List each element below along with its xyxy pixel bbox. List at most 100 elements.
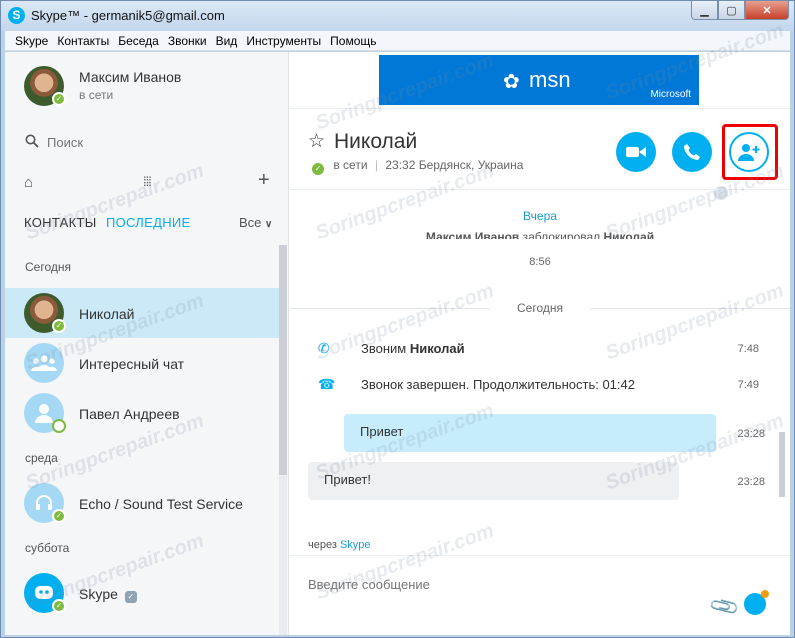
- verified-badge-icon: ✓: [124, 591, 137, 603]
- message-text: Привет!: [324, 472, 371, 487]
- divider: [290, 108, 790, 109]
- section-today: Сегодня: [25, 260, 71, 274]
- minimize-button[interactable]: ▁: [691, 1, 718, 20]
- via-skype-link[interactable]: Skype: [340, 539, 371, 551]
- via-prefix: через: [308, 539, 340, 551]
- sidebar: ✓ Максим Иванов в сети ⌂ ⁞⁞⁞ + КОНТАКТЫ …: [5, 52, 289, 635]
- contact-name: Интересный чат: [79, 356, 185, 372]
- filter-dropdown[interactable]: Все ∨: [239, 215, 272, 230]
- call-event: ✆ Звоним Николай 7:48: [290, 337, 770, 361]
- tab-recent[interactable]: ПОСЛЕДНИЕ: [106, 215, 191, 230]
- skype-app-icon: S: [8, 7, 25, 24]
- client-area: ✓ Максим Иванов в сети ⌂ ⁞⁞⁞ + КОНТАКТЫ …: [5, 52, 790, 635]
- contact-name-text: Skype: [79, 586, 118, 602]
- chevron-down-icon: ∨: [265, 219, 273, 230]
- menu-calls[interactable]: Звонки: [168, 34, 207, 48]
- skype-window: S Skype™ - germanik5@gmail.com ▁ ▢ ✕ Sky…: [0, 0, 795, 638]
- message-text: Привет: [360, 424, 404, 439]
- dialpad-icon[interactable]: ⁞⁞⁞: [143, 174, 152, 189]
- offline-status-icon: [52, 419, 66, 433]
- window-controls: ▁ ▢ ✕: [691, 1, 789, 20]
- date-separator-yesterday: Вчера: [523, 209, 557, 223]
- contact-status-line: ✓ в сети | 23:32 Бердянск, Украина: [312, 158, 523, 175]
- maximize-button[interactable]: ▢: [718, 1, 745, 20]
- conversation-scrollbar[interactable]: [779, 432, 785, 497]
- title-bar: S Skype™ - germanik5@gmail.com ▁ ▢ ✕: [1, 1, 794, 31]
- divider: [290, 555, 790, 556]
- tab-contacts[interactable]: КОНТАКТЫ: [24, 215, 97, 230]
- profile-name[interactable]: Максим Иванов: [79, 69, 181, 85]
- favorite-star-icon[interactable]: ☆: [308, 130, 325, 153]
- message-time: 23:28: [737, 428, 765, 440]
- menu-conversation[interactable]: Беседа: [118, 34, 159, 48]
- menu-contacts[interactable]: Контакты: [57, 34, 109, 48]
- filter-label: Все: [239, 215, 262, 230]
- online-status-icon: ✓: [52, 599, 66, 613]
- system-message-actor: Максим Иванов: [425, 230, 520, 239]
- ad-brand: msn: [529, 67, 571, 92]
- call-event-time: 7:49: [737, 379, 759, 391]
- profile-status[interactable]: в сети: [79, 88, 113, 102]
- menu-help[interactable]: Помощь: [330, 34, 376, 48]
- contact-name: Skype ✓: [79, 586, 137, 603]
- outgoing-message[interactable]: Привет: [344, 414, 716, 452]
- highlight-frame: [722, 124, 778, 180]
- call-event-text: Звоним Николай: [361, 341, 465, 356]
- emoticon-icon[interactable]: [744, 590, 769, 615]
- conversation-pane: ✿ msn Microsoft ☆ Николай ✓ в сети | 23:…: [290, 52, 790, 635]
- list-item[interactable]: ✓ Skype ✓: [5, 568, 279, 618]
- system-message-time: 8:56: [529, 256, 551, 268]
- section-saturday: суббота: [25, 541, 70, 555]
- end-call-icon: ☎: [318, 376, 336, 392]
- group-icon: [24, 343, 64, 383]
- conversation-title: Николай: [334, 130, 418, 153]
- home-icon[interactable]: ⌂: [24, 174, 33, 191]
- via-label: через Skype: [308, 539, 371, 551]
- contact-name: Echo / Sound Test Service: [79, 496, 243, 512]
- search-input[interactable]: [47, 132, 267, 152]
- voice-call-button[interactable]: [672, 132, 712, 172]
- system-message-action: заблокировал: [519, 230, 604, 239]
- online-status-icon: ✓: [312, 163, 324, 175]
- paperclip-icon[interactable]: 📎: [707, 589, 742, 624]
- call-event-contact: Николай: [409, 341, 465, 356]
- close-button[interactable]: ✕: [745, 1, 789, 20]
- menu-skype[interactable]: Skype: [15, 34, 48, 48]
- incoming-call-icon: ✆: [318, 340, 330, 356]
- call-event-time: 7:48: [737, 343, 759, 355]
- online-status-icon: ✓: [52, 319, 66, 333]
- list-item[interactable]: Павел Андреев: [5, 388, 279, 438]
- separator: |: [374, 158, 378, 172]
- call-event: ☎ Звонок завершен. Продолжительность: 01…: [290, 373, 770, 397]
- contact-status-text: в сети: [333, 158, 368, 172]
- phone-icon: [684, 144, 700, 160]
- date-separator-today: Сегодня: [517, 301, 563, 315]
- contact-name: Николай: [79, 306, 135, 322]
- menu-bar: Skype Контакты Беседа Звонки Вид Инструм…: [5, 31, 790, 51]
- message-input[interactable]: [308, 574, 688, 594]
- list-item[interactable]: Интересный чат: [5, 338, 279, 388]
- video-call-button[interactable]: [616, 132, 656, 172]
- list-item[interactable]: ✓ Echo / Sound Test Service: [5, 478, 279, 528]
- msn-butterfly-icon: ✿: [503, 71, 520, 93]
- add-icon[interactable]: +: [258, 169, 270, 192]
- call-event-prefix: Звоним: [361, 341, 410, 356]
- video-camera-icon: [626, 147, 646, 157]
- menu-view[interactable]: Вид: [216, 34, 238, 48]
- incoming-message[interactable]: Привет!: [308, 462, 679, 500]
- search-icon: [25, 134, 39, 148]
- divider: [290, 189, 790, 190]
- section-wednesday: среда: [25, 451, 58, 465]
- call-event-text: Звонок завершен. Продолжительность: 01:4…: [361, 377, 635, 392]
- system-message: Максим Иванов заблокировал Николай: [290, 230, 790, 239]
- msn-ad-banner[interactable]: ✿ msn Microsoft: [379, 55, 699, 105]
- contact-location: 23:32 Бердянск, Украина: [385, 158, 524, 172]
- window-title: Skype™ - germanik5@gmail.com: [31, 8, 225, 23]
- sidebar-scrollbar[interactable]: [279, 245, 287, 635]
- menu-tools[interactable]: Инструменты: [246, 34, 321, 48]
- list-item[interactable]: ✓ Николай: [5, 288, 279, 338]
- sidebar-scroll-thumb[interactable]: [279, 245, 287, 475]
- system-message-target: Николай: [603, 230, 655, 239]
- online-status-icon: ✓: [52, 92, 66, 106]
- online-status-icon: ✓: [52, 509, 66, 523]
